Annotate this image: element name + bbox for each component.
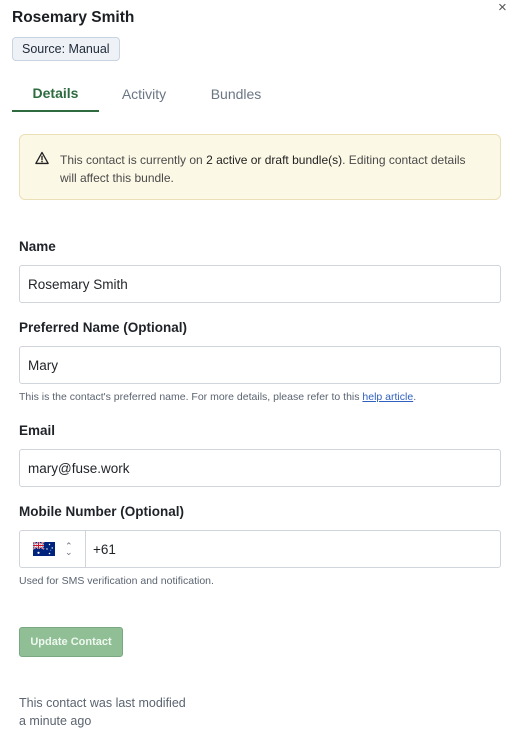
name-input[interactable]: Rosemary Smith [19, 265, 501, 303]
bundle-warning-alert: This contact is currently on 2 active or… [19, 134, 501, 200]
close-icon[interactable]: × [498, 0, 507, 15]
update-contact-button[interactable]: Update Contact [19, 627, 123, 657]
page-title: Rosemary Smith [12, 9, 135, 26]
preferred-name-hint-text: This is the contact's preferred name. Fo… [19, 391, 363, 403]
preferred-name-hint: This is the contact's preferred name. Fo… [19, 391, 416, 403]
email-label: Email [19, 423, 56, 438]
preferred-name-input[interactable]: Mary [19, 346, 501, 384]
last-modified-line2: a minute ago [19, 714, 92, 728]
preferred-name-hint-end: . [413, 391, 417, 403]
warning-bundle-count: 2 active or draft bundle(s) [206, 153, 343, 167]
email-input[interactable]: mary@fuse.work [19, 449, 501, 487]
tab-bundles[interactable]: Bundles [189, 78, 283, 110]
tab-details[interactable]: Details [12, 78, 99, 112]
preferred-name-label: Preferred Name (Optional) [19, 320, 188, 335]
country-code-select[interactable]: ⌃ ⌄ [20, 531, 86, 567]
last-modified-line1: This contact was last modified [19, 696, 186, 710]
australia-flag-icon [33, 542, 55, 556]
source-badge: Source: Manual [12, 37, 120, 61]
chevron-updown-icon: ⌃ ⌄ [65, 541, 73, 557]
warning-triangle-icon [35, 151, 49, 165]
tab-activity[interactable]: Activity [99, 78, 189, 110]
mobile-label: Mobile Number (Optional) [19, 504, 184, 519]
mobile-number-input[interactable]: +61 [86, 531, 116, 567]
mobile-hint: Used for SMS verification and notificati… [19, 575, 214, 587]
name-label: Name [19, 239, 56, 254]
mobile-number-field: ⌃ ⌄ +61 [19, 530, 501, 568]
last-modified-text: This contact was last modified a minute … [19, 694, 186, 730]
warning-text-prefix: This contact is currently on [60, 153, 207, 167]
help-article-link[interactable]: help article [362, 391, 413, 403]
tab-bar: Details Activity Bundles [12, 78, 283, 112]
